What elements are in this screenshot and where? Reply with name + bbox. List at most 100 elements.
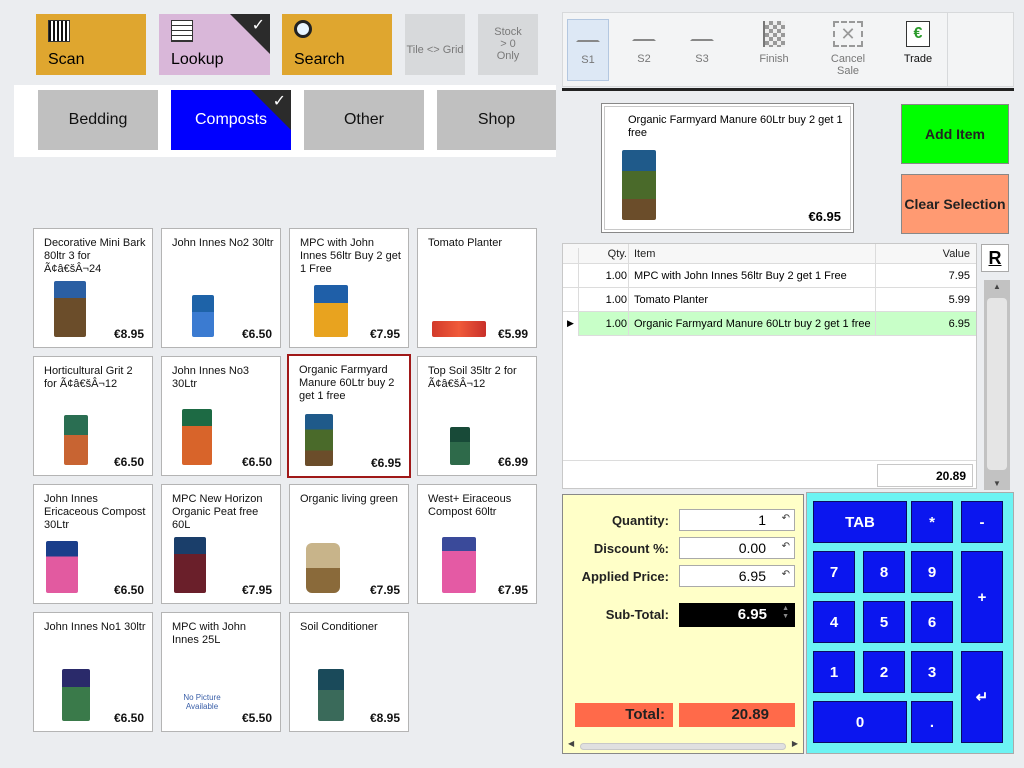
grid-scrollbar[interactable]: ▲ ▼ xyxy=(984,280,1010,490)
key-7[interactable]: 7 xyxy=(813,551,855,593)
product-tile[interactable]: Decorative Mini Bark 80ltr 3 for Ã¢â€šÂ¬… xyxy=(33,228,153,348)
product-tile[interactable]: Tomato Planter €5.99 xyxy=(417,228,537,348)
table-row[interactable]: 1.00 Tomato Planter 5.99 xyxy=(563,288,976,312)
search-label: Search xyxy=(294,51,345,68)
category-label: Other xyxy=(343,111,384,128)
product-tile[interactable]: West+ Eiraceous Compost 60ltr €7.95 xyxy=(417,484,537,604)
product-name: John Innes No2 30ltr xyxy=(172,237,274,249)
reset-icon[interactable]: ↶ xyxy=(782,569,790,580)
key-8[interactable]: 8 xyxy=(863,551,905,593)
cancel-sale-button[interactable]: ✕ Cancel Sale xyxy=(821,19,875,81)
row-value: 5.99 xyxy=(948,294,970,306)
key-minus[interactable]: - xyxy=(961,501,1003,543)
product-price: €6.50 xyxy=(113,583,144,597)
category-label: Bedding xyxy=(68,111,128,128)
product-price: €6.50 xyxy=(241,327,272,341)
product-tile[interactable]: Top Soil 35ltr 2 for Ã¢â€šÂ¬12 €6.99 xyxy=(417,356,537,476)
clear-selection-button[interactable]: Clear Selection xyxy=(901,174,1009,234)
quantity-label: Quantity: xyxy=(611,513,669,528)
column-header-item[interactable]: Item xyxy=(634,248,655,260)
product-tile[interactable]: John Innes No2 30ltr €6.50 xyxy=(161,228,281,348)
table-row-selected[interactable]: ▶ 1.00 Organic Farmyard Manure 60Ltr buy… xyxy=(563,312,976,336)
key-1[interactable]: 1 xyxy=(813,651,855,693)
product-tile[interactable]: MPC New Horizon Organic Peat free 60L €7… xyxy=(161,484,281,604)
preview-price: €6.95 xyxy=(808,209,841,224)
preview-name: Organic Farmyard Manure 60Ltr buy 2 get … xyxy=(628,114,843,139)
current-row-arrow-icon: ▶ xyxy=(563,312,579,336)
row-value: 6.95 xyxy=(948,318,970,330)
product-tile[interactable]: John Innes Ericaceous Compost 30Ltr €6.5… xyxy=(33,484,153,604)
key-3[interactable]: 3 xyxy=(911,651,953,693)
key-2[interactable]: 2 xyxy=(863,651,905,693)
trade-button[interactable]: € Trade xyxy=(897,19,939,81)
toolbar-divider xyxy=(562,88,1014,91)
scroll-right-icon[interactable]: ▶ xyxy=(792,739,798,748)
slot-s3-button[interactable]: S3 xyxy=(681,19,723,81)
grid-header: Qty. Item Value xyxy=(563,244,976,268)
key-9[interactable]: 9 xyxy=(911,551,953,593)
toolbar-divider xyxy=(947,13,948,86)
slot-s2-button[interactable]: S2 xyxy=(623,19,665,81)
product-tile[interactable]: MPC with John Innes 25L No Picture Avail… xyxy=(161,612,281,732)
cancel-sale-label: Cancel Sale xyxy=(830,53,866,77)
category-other[interactable]: Other xyxy=(304,90,424,150)
slot-s1-button[interactable]: S1 xyxy=(567,19,609,81)
product-tile[interactable]: MPC with John Innes 56ltr Buy 2 get 1 Fr… xyxy=(289,228,409,348)
column-header-qty[interactable]: Qty. xyxy=(581,248,627,260)
key-5[interactable]: 5 xyxy=(863,601,905,643)
key-6[interactable]: 6 xyxy=(911,601,953,643)
key-enter[interactable]: ↵ xyxy=(961,651,1003,743)
tile-grid-toggle[interactable]: Tile <> Grid xyxy=(405,14,465,75)
finish-button[interactable]: Finish xyxy=(753,19,795,81)
applied-price-field[interactable]: 6.95 ↶ xyxy=(679,565,795,587)
key-multiply[interactable]: * xyxy=(911,501,953,543)
total-label: Total: xyxy=(575,703,673,727)
subtotal-label: Sub-Total: xyxy=(605,607,669,622)
key-tab[interactable]: TAB xyxy=(813,501,907,543)
product-name: Soil Conditioner xyxy=(300,621,378,633)
key-decimal[interactable]: . xyxy=(911,701,953,743)
discount-field[interactable]: 0.00 ↶ xyxy=(679,537,795,559)
column-header-value[interactable]: Value xyxy=(943,248,970,260)
product-price: €7.95 xyxy=(369,327,400,341)
key-plus[interactable]: + xyxy=(961,551,1003,643)
product-tile[interactable]: Horticultural Grit 2 for Ã¢â€šÂ¬12 €6.50 xyxy=(33,356,153,476)
lookup-button[interactable]: Lookup ✓ xyxy=(159,14,270,75)
key-4[interactable]: 4 xyxy=(813,601,855,643)
quantity-field[interactable]: 1 ↶ xyxy=(679,509,795,531)
scrollbar-thumb[interactable] xyxy=(987,298,1007,470)
r-button[interactable]: R xyxy=(981,244,1009,272)
product-tile[interactable]: John Innes No1 30ltr €6.50 xyxy=(33,612,153,732)
checkered-flag-icon xyxy=(763,21,785,47)
product-tile-selected[interactable]: Organic Farmyard Manure 60Ltr buy 2 get … xyxy=(287,354,411,478)
product-tile[interactable]: Soil Conditioner €8.95 xyxy=(289,612,409,732)
numeric-keypad: TAB * - 7 8 9 + 4 5 6 1 2 3 ↵ 0 . xyxy=(806,492,1014,754)
hanger-icon xyxy=(576,28,600,42)
table-row[interactable]: 1.00 MPC with John Innes 56ltr Buy 2 get… xyxy=(563,264,976,288)
key-0[interactable]: 0 xyxy=(813,701,907,743)
reset-icon[interactable]: ↶ xyxy=(782,541,790,552)
scroll-down-icon[interactable]: ▼ xyxy=(984,479,1010,488)
product-image xyxy=(305,414,333,466)
scrollbar-thumb[interactable] xyxy=(580,743,786,750)
scroll-up-icon[interactable]: ▲ xyxy=(984,282,1010,291)
category-bedding[interactable]: Bedding xyxy=(38,90,158,150)
product-tile[interactable]: John Innes No3 30Ltr €6.50 xyxy=(161,356,281,476)
scan-button[interactable]: Scan xyxy=(36,14,146,75)
category-composts[interactable]: Composts ✓ xyxy=(171,90,291,150)
category-shop[interactable]: Shop xyxy=(437,90,556,150)
product-tile[interactable]: Organic living green €7.95 xyxy=(289,484,409,604)
slot-label: S1 xyxy=(581,54,595,66)
search-button[interactable]: Search xyxy=(282,14,392,75)
scroll-left-icon[interactable]: ◀ xyxy=(568,739,574,748)
column-divider xyxy=(628,244,629,336)
product-image xyxy=(318,669,344,721)
product-name: Decorative Mini Bark 80ltr 3 for Ã¢â€šÂ¬… xyxy=(44,237,146,275)
category-label: Shop xyxy=(477,111,516,128)
finish-label: Finish xyxy=(759,53,789,65)
add-item-button[interactable]: Add Item xyxy=(901,104,1009,164)
item-preview: Organic Farmyard Manure 60Ltr buy 2 get … xyxy=(601,103,854,233)
edit-scrollbar[interactable]: ◀ ▶ xyxy=(566,739,800,753)
reset-icon[interactable]: ↶ xyxy=(782,513,790,524)
stock-only-toggle[interactable]: Stock > 0 Only xyxy=(478,14,538,75)
